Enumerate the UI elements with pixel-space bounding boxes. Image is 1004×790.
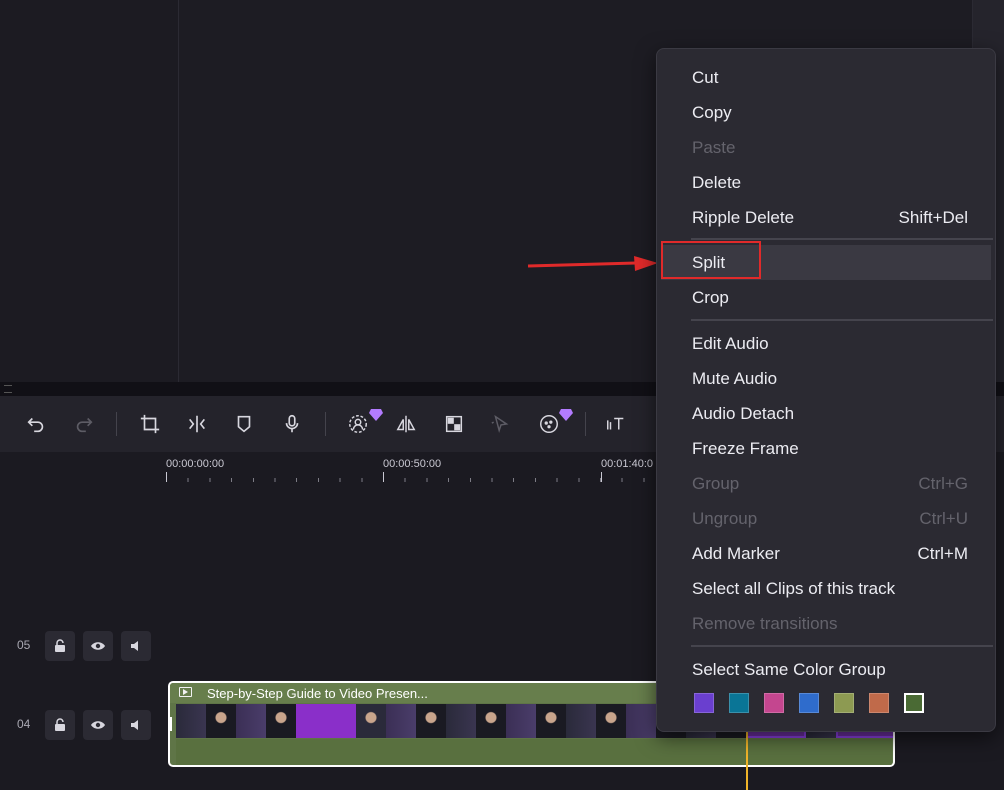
ruler-major-tick xyxy=(601,472,602,482)
menu-separator xyxy=(691,645,993,647)
toolbar-divider xyxy=(585,412,586,436)
color-swatch-purple[interactable] xyxy=(694,693,714,713)
speaker-icon[interactable] xyxy=(121,631,151,661)
menu-separator xyxy=(691,319,993,321)
timecode-label: 00:01:40:0 xyxy=(601,458,653,470)
menu-item-select-same-color-group[interactable]: Select Same Color Group xyxy=(661,652,991,687)
eye-icon[interactable] xyxy=(83,710,113,740)
menu-item-ripple-delete[interactable]: Ripple Delete Shift+Del xyxy=(661,200,991,235)
media-panel xyxy=(0,0,179,382)
track-number: 04 xyxy=(17,717,31,731)
color-swatch-blue[interactable] xyxy=(799,693,819,713)
menu-item-audio-detach[interactable]: Audio Detach xyxy=(661,396,991,431)
timecode-label: 00:00:00:00 xyxy=(166,458,225,470)
menu-item-freeze-frame[interactable]: Freeze Frame xyxy=(661,431,991,466)
color-swatch-teal[interactable] xyxy=(729,693,749,713)
redo-icon[interactable] xyxy=(70,410,98,438)
annotation-arrow xyxy=(527,256,658,271)
clip-audio-waveform xyxy=(176,739,892,765)
track-header-04: 04 xyxy=(0,705,166,745)
clip-title: Step-by-Step Guide to Video Presen... xyxy=(207,686,428,701)
color-swatch-olive[interactable] xyxy=(834,693,854,713)
menu-item-ungroup[interactable]: Ungroup Ctrl+U xyxy=(661,501,991,536)
color-swatch-orange[interactable] xyxy=(869,693,889,713)
split-highlight-box xyxy=(661,241,761,279)
eye-icon[interactable] xyxy=(83,631,113,661)
menu-item-copy[interactable]: Copy xyxy=(661,95,991,130)
split-icon[interactable] xyxy=(183,410,211,438)
menu-item-edit-audio[interactable]: Edit Audio xyxy=(661,326,991,361)
mirror-icon[interactable] xyxy=(392,410,420,438)
speaker-icon[interactable] xyxy=(121,710,151,740)
mosaic-icon[interactable] xyxy=(440,410,468,438)
color-swatch-pink[interactable] xyxy=(764,693,784,713)
track-header-05: 05 xyxy=(0,626,166,666)
menu-item-cut[interactable]: Cut xyxy=(661,60,991,95)
motion-tracking-icon[interactable] xyxy=(487,410,515,438)
ruler-major-tick xyxy=(383,472,384,482)
toolbar-divider xyxy=(116,412,117,436)
color-swatch-green[interactable] xyxy=(904,693,924,713)
menu-separator xyxy=(691,238,993,240)
ai-portrait-icon[interactable] xyxy=(344,410,372,438)
lock-icon[interactable] xyxy=(45,631,75,661)
menu-item-delete[interactable]: Delete xyxy=(661,165,991,200)
menu-item-add-marker[interactable]: Add Marker Ctrl+M xyxy=(661,536,991,571)
text-speed-icon[interactable] xyxy=(602,410,630,438)
lock-icon[interactable] xyxy=(45,710,75,740)
toolbar-divider xyxy=(325,412,326,436)
clip-trim-handle[interactable] xyxy=(170,717,172,731)
undo-icon[interactable] xyxy=(22,410,50,438)
menu-item-mute-audio[interactable]: Mute Audio xyxy=(661,361,991,396)
video-clip-icon xyxy=(179,687,192,697)
splitter-grip-icon[interactable] xyxy=(4,385,12,393)
menu-item-crop[interactable]: Crop xyxy=(661,280,991,315)
track-number: 05 xyxy=(17,638,31,652)
context-menu: Cut Copy Paste Delete Ripple Delete Shif… xyxy=(656,48,996,732)
menu-item-select-all-clips[interactable]: Select all Clips of this track xyxy=(661,571,991,606)
marker-icon[interactable] xyxy=(230,410,258,438)
microphone-icon[interactable] xyxy=(278,410,306,438)
premium-gem-icon xyxy=(369,408,383,426)
menu-item-paste[interactable]: Paste xyxy=(661,130,991,165)
menu-item-group[interactable]: Group Ctrl+G xyxy=(661,466,991,501)
timecode-label: 00:00:50:00 xyxy=(383,458,442,470)
premium-gem-icon xyxy=(559,408,573,426)
menu-item-remove-transitions[interactable]: Remove transitions xyxy=(661,606,991,641)
crop-icon[interactable] xyxy=(136,410,164,438)
ruler-major-tick xyxy=(166,472,167,482)
